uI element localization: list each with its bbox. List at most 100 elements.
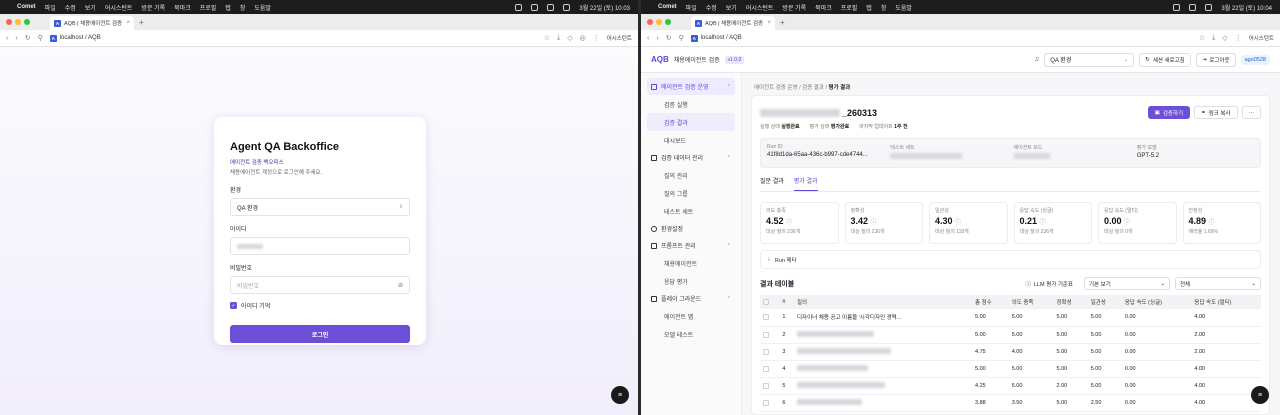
sidebar-item-query-groups[interactable]: 질의 그룹 — [647, 184, 735, 202]
download-icon[interactable]: ⤓ — [1212, 34, 1215, 42]
sidebar-group-agent-ops[interactable]: 에이전트 검증 운영 ⌃ — [647, 78, 735, 95]
forward-icon[interactable]: › — [656, 35, 658, 42]
reload-icon[interactable]: ↻ — [25, 34, 31, 42]
info-icon[interactable]: ⓘ — [955, 220, 961, 226]
sidebar-item-response-eval[interactable]: 응답 평가 — [647, 272, 735, 290]
back-icon[interactable]: ‹ — [647, 35, 649, 42]
menubar-app-name[interactable]: Comet — [17, 4, 36, 10]
zoom-window-button[interactable] — [24, 19, 30, 25]
env-select[interactable]: QA 환경 ⌄ — [1044, 52, 1135, 67]
logout-button[interactable]: ⇥ 로그아웃 — [1195, 52, 1236, 67]
bookmark-star-icon[interactable]: ☆ — [1199, 34, 1205, 42]
table-row[interactable]: 5 4.25 5.00 2.00 5.00 0.00 4.00 — [760, 377, 1261, 395]
assistant-fab-icon[interactable]: ≡ — [611, 386, 629, 404]
browser-tab[interactable]: A AQB | 채용에이전트 검증 × — [691, 16, 775, 30]
table-row[interactable]: 3 4.75 4.00 5.00 5.00 0.00 2.00 — [760, 343, 1261, 361]
breadcrumb-item[interactable]: 검증 결과 — [802, 85, 824, 91]
wifi-icon[interactable] — [1205, 3, 1213, 11]
col-header-consistency[interactable]: 일관성 — [1087, 295, 1122, 309]
select-all-checkbox[interactable] — [760, 295, 780, 309]
row-checkbox[interactable] — [760, 326, 780, 344]
bell-icon[interactable]: ♫ — [1034, 56, 1039, 63]
row-checkbox[interactable] — [760, 377, 780, 395]
more-button[interactable]: ··· — [1241, 106, 1261, 119]
eye-off-icon[interactable]: ⊘ — [398, 282, 403, 289]
col-header-index[interactable]: # — [779, 295, 794, 309]
row-checkbox[interactable] — [760, 360, 780, 378]
menu-item[interactable]: 보기 — [726, 3, 737, 12]
sidebar-group-data[interactable]: 검증 데이터 관리 ⌃ — [647, 149, 735, 166]
col-header-query[interactable]: 질의 — [793, 295, 973, 309]
app-logo[interactable]: AQB — [651, 55, 669, 64]
col-header-intent[interactable]: 의도 충족 — [1008, 295, 1054, 309]
run-validation-button[interactable]: ▣ 검증하기 — [1147, 106, 1191, 119]
close-tab-icon[interactable]: × — [126, 20, 130, 26]
close-window-button[interactable] — [6, 19, 12, 25]
col-header-total[interactable]: 총 점수 — [972, 295, 1009, 309]
copy-link-button[interactable]: ⚭ 링크 복사 — [1194, 106, 1238, 119]
menu-item[interactable]: 북마크 — [815, 3, 832, 12]
url-field[interactable]: A localhost / AQB — [690, 34, 742, 42]
user-badge[interactable]: ago0528 — [1240, 54, 1270, 65]
close-tab-icon[interactable]: × — [767, 20, 771, 26]
llm-criteria-button[interactable]: ⓘ LLM 평가 기준표 — [1019, 277, 1079, 290]
menu-item[interactable]: 수정 — [65, 3, 76, 12]
info-icon[interactable]: ⓘ — [1040, 220, 1046, 226]
info-icon[interactable]: ⓘ — [1209, 220, 1215, 226]
info-icon[interactable]: ⓘ — [871, 220, 877, 226]
sidebar-item-run[interactable]: 검증 실행 — [647, 95, 735, 113]
table-row[interactable]: 1 디자이너 채용 공고 이름을 '시각디자인 경력... 5.00 5.00 5.00… — [760, 309, 1261, 327]
sidebar-item-queries[interactable]: 질의 관리 — [647, 166, 735, 184]
remember-id-checkbox[interactable]: ✓ 아이디 기억 — [230, 301, 410, 310]
reload-icon[interactable]: ↻ — [666, 34, 672, 42]
minimize-window-button[interactable] — [656, 19, 662, 25]
assistant-fab-icon[interactable]: ≡ — [1251, 386, 1269, 404]
site-info-icon[interactable]: ⚲ — [679, 34, 684, 42]
sidebar-group-settings[interactable]: 환경설정 — [647, 220, 735, 237]
view-select[interactable]: 기본 보기 ⌄ — [1084, 277, 1170, 290]
site-info-icon[interactable]: ⚲ — [38, 34, 43, 42]
menu-item[interactable]: 탭 — [866, 3, 872, 12]
voice-icon[interactable]: ⋮ — [593, 34, 600, 42]
forward-icon[interactable]: › — [15, 35, 17, 42]
back-icon[interactable]: ‹ — [6, 35, 8, 42]
menu-item[interactable]: 도움말 — [254, 3, 271, 12]
sidebar-item-agent-map[interactable]: 에이전트 맵 — [647, 307, 735, 325]
table-row[interactable]: 4 5.00 5.00 5.00 5.00 0.00 4.00 — [760, 360, 1261, 378]
close-window-button[interactable] — [647, 19, 653, 25]
menu-item[interactable]: 어시스턴트 — [105, 3, 133, 12]
menu-item[interactable]: 프로필 — [200, 3, 217, 12]
menubar-app-name[interactable]: Comet — [658, 4, 677, 10]
table-row[interactable]: 2 5.00 5.00 5.00 5.00 0.00 2.00 — [760, 326, 1261, 344]
download-icon[interactable]: ⤓ — [557, 34, 560, 42]
status-icon[interactable] — [531, 3, 539, 11]
menu-item[interactable]: 창 — [240, 3, 246, 12]
sidebar-item-results[interactable]: 검증 결과 — [647, 113, 735, 131]
wifi-icon[interactable] — [563, 3, 571, 11]
sidebar-item-test-sets[interactable]: 테스트 세트 — [647, 202, 735, 220]
menu-item[interactable]: 보기 — [85, 3, 96, 12]
session-refresh-button[interactable]: ↻ 세션 새로고침 — [1139, 52, 1191, 67]
filter-select[interactable]: 전체 ⌄ — [1175, 277, 1261, 290]
status-icon[interactable] — [547, 3, 555, 11]
info-icon[interactable]: ⓘ — [1124, 220, 1130, 226]
browser-tab[interactable]: A AQB | 채용에이전트 검증 × — [50, 16, 134, 30]
menu-item[interactable]: 방문 기록 — [141, 3, 165, 12]
status-icon[interactable] — [1173, 3, 1181, 11]
run-meta-collapsible[interactable]: › Run 메타 — [760, 250, 1261, 269]
status-icon[interactable] — [515, 3, 523, 11]
id-input[interactable] — [230, 237, 410, 255]
new-tab-icon[interactable]: + — [780, 18, 785, 27]
assistant-button[interactable]: 어시스턴트 — [1249, 34, 1274, 42]
sidebar-group-prompts[interactable]: 프롬프트 관리 ⌃ — [647, 237, 735, 254]
menu-item[interactable]: 파일 — [686, 3, 697, 12]
bookmark-star-icon[interactable]: ☆ — [544, 34, 550, 42]
table-row[interactable]: 6 3.88 3.50 5.00 2.50 0.00 4.00 — [760, 394, 1261, 412]
menu-item[interactable]: 수정 — [706, 3, 717, 12]
status-icon[interactable] — [1189, 3, 1197, 11]
menu-item[interactable]: 방문 기록 — [782, 3, 806, 12]
col-header-speed-multi[interactable]: 응답 속도 (멀티) — [1191, 295, 1261, 309]
row-checkbox[interactable] — [760, 394, 780, 412]
row-checkbox[interactable] — [760, 343, 780, 361]
login-button[interactable]: 로그인 — [230, 325, 410, 343]
